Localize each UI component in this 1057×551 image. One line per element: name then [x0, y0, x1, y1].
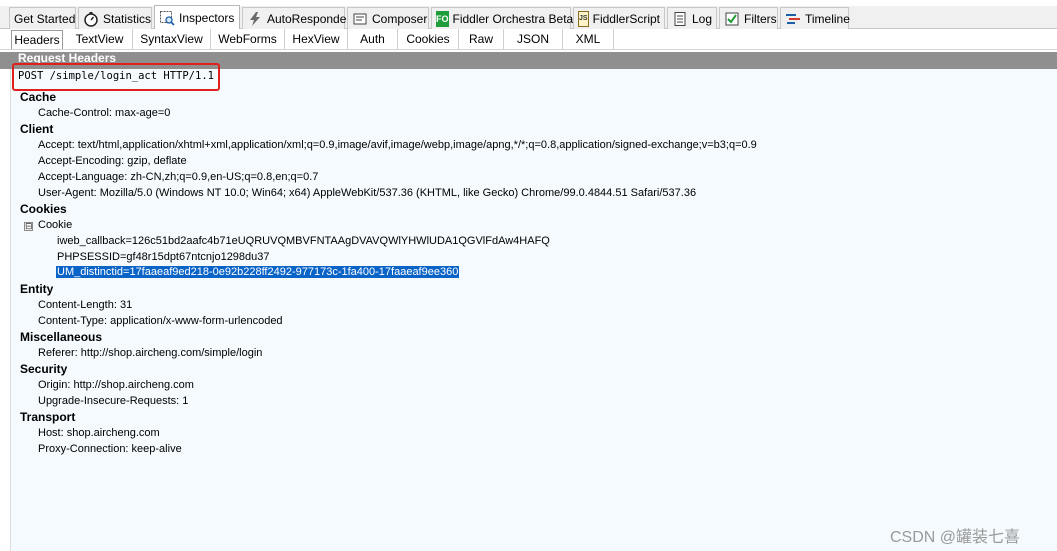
group-cookies[interactable]: Cookies — [20, 202, 67, 216]
subtab-syntaxview[interactable]: SyntaxView — [133, 29, 211, 49]
tab-label: Inspectors — [179, 10, 235, 25]
cookie-node[interactable]: Cookie — [38, 219, 72, 231]
header-item[interactable]: Accept-Language: zh-CN,zh;q=0.9,en-US;q=… — [38, 171, 318, 183]
subtab-webforms[interactable]: WebForms — [211, 29, 285, 49]
inspector-icon — [159, 10, 175, 26]
header-item[interactable]: Proxy-Connection: keep-alive — [38, 443, 182, 455]
highlight-box — [12, 63, 220, 91]
lightning-icon — [247, 11, 263, 27]
tab-fiddlerscript[interactable]: JS FiddlerScript — [573, 7, 665, 29]
subtab-xml[interactable]: XML — [563, 29, 614, 49]
tab-autoresponder[interactable]: AutoResponder — [242, 7, 350, 29]
subtab-label: XML — [575, 32, 601, 46]
subtab-label: Cookies — [406, 32, 450, 46]
subtab-label: HexView — [292, 32, 340, 46]
subtab-raw[interactable]: Raw — [459, 29, 504, 49]
group-miscellaneous[interactable]: Miscellaneous — [20, 330, 102, 344]
subtab-auth[interactable]: Auth — [348, 29, 398, 49]
tab-statistics[interactable]: Statistics — [78, 7, 152, 29]
checkbox-icon — [724, 11, 740, 27]
watermark: CSDN @罐装七喜 — [890, 529, 1021, 546]
subtab-headers[interactable]: Headers — [11, 30, 63, 49]
tab-timeline[interactable]: Timeline — [780, 7, 850, 29]
subtab-cookies[interactable]: Cookies — [398, 29, 459, 49]
main-tab-strip: Get Started Statistics Inspectors AutoRe… — [0, 0, 1057, 29]
timeline-icon — [785, 11, 801, 27]
tab-label: Log — [692, 11, 713, 26]
log-icon — [672, 11, 688, 27]
cookie-item-selected[interactable]: UM_distinctid=17faaeaf9ed218-0e92b228ff2… — [56, 266, 460, 278]
subtab-json[interactable]: JSON — [504, 29, 563, 49]
collapse-icon[interactable]: ⊟ — [24, 222, 33, 231]
tab-label: Statistics — [103, 11, 152, 26]
cookie-item[interactable]: iweb_callback=126c51bd2aafc4b71eUQRUVQMB… — [57, 235, 550, 247]
tab-label: Fiddler Orchestra Beta — [452, 11, 574, 26]
stopwatch-icon — [83, 11, 99, 27]
tab-log[interactable]: Log — [667, 7, 717, 29]
tab-label: Timeline — [805, 11, 850, 26]
fo-icon: FO — [436, 10, 449, 27]
tab-fiddler-orchestra[interactable]: FO Fiddler Orchestra Beta — [431, 7, 574, 29]
header-item[interactable]: Upgrade-Insecure-Requests: 1 — [38, 395, 188, 407]
subtab-label: Auth — [360, 32, 385, 46]
tab-inspectors[interactable]: Inspectors — [154, 5, 240, 29]
tab-composer[interactable]: Composer — [347, 7, 429, 29]
header-item[interactable]: Host: shop.aircheng.com — [38, 427, 160, 439]
header-item[interactable]: User-Agent: Mozilla/5.0 (Windows NT 10.0… — [38, 187, 696, 199]
header-item[interactable]: Accept: text/html,application/xhtml+xml,… — [38, 139, 757, 151]
header-item[interactable]: Content-Type: application/x-www-form-url… — [38, 315, 283, 327]
group-client[interactable]: Client — [20, 122, 53, 136]
header-item[interactable]: Content-Length: 31 — [38, 299, 132, 311]
tab-label: AutoResponder — [267, 11, 351, 26]
group-cache[interactable]: Cache — [20, 90, 56, 104]
tab-filters[interactable]: Filters — [719, 7, 778, 29]
header-item[interactable]: Cache-Control: max-age=0 — [38, 107, 170, 119]
header-item[interactable]: Origin: http://shop.aircheng.com — [38, 379, 194, 391]
subtab-label: SyntaxView — [140, 32, 203, 46]
composer-icon — [352, 11, 368, 27]
header-item[interactable]: Referer: http://shop.aircheng.com/simple… — [38, 347, 262, 359]
subtab-label: Headers — [14, 33, 60, 47]
header-item[interactable]: Accept-Encoding: gzip, deflate — [38, 155, 187, 167]
sub-tab-strip: Headers TextView SyntaxView WebForms Hex… — [0, 29, 1057, 50]
tab-label: Get Started — [14, 11, 76, 26]
tab-label: FiddlerScript — [592, 11, 660, 26]
subtab-label: WebForms — [218, 32, 277, 46]
group-security[interactable]: Security — [20, 362, 67, 376]
tab-get-started[interactable]: Get Started — [9, 7, 76, 29]
group-entity[interactable]: Entity — [20, 282, 53, 296]
script-icon: JS — [578, 10, 589, 27]
subtab-label: JSON — [516, 32, 549, 46]
tab-label: Composer — [372, 11, 428, 26]
subtab-hexview[interactable]: HexView — [285, 29, 348, 49]
subtab-label: TextView — [75, 32, 124, 46]
subtab-textview[interactable]: TextView — [67, 29, 133, 49]
tab-label: Filters — [744, 11, 777, 26]
group-transport[interactable]: Transport — [20, 410, 75, 424]
cookie-item[interactable]: PHPSESSID=gf48r15dpt67ntcnjo1298du37 — [57, 251, 270, 263]
subtab-label: Raw — [468, 32, 493, 46]
